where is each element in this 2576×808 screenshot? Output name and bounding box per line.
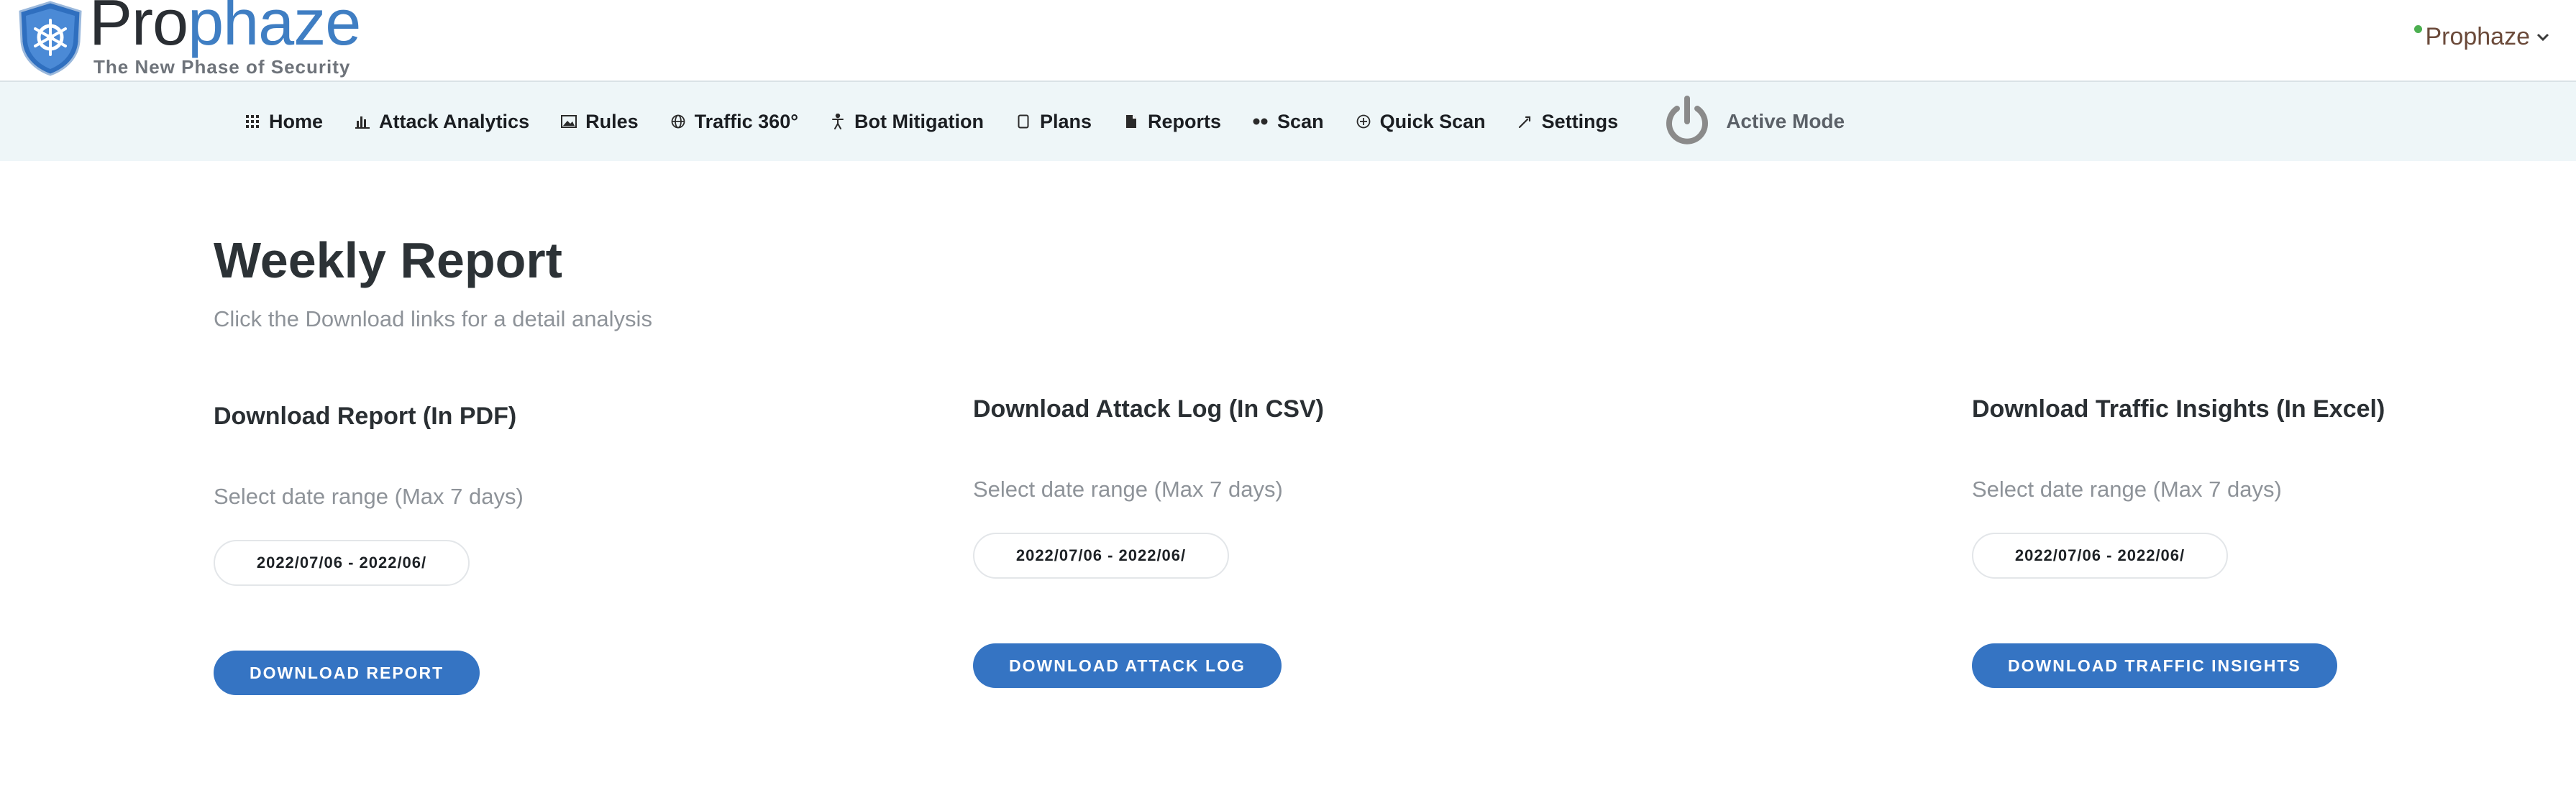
nav-label-scan: Scan xyxy=(1277,110,1324,132)
brand-wordmark: Prophaze xyxy=(89,0,361,59)
nav-label-settings: Settings xyxy=(1541,110,1619,132)
date-range-input[interactable] xyxy=(973,533,1229,579)
pdf-report-section: Download Report (In PDF) Select date ran… xyxy=(214,403,524,695)
date-range-label: Select date range (Max 7 days) xyxy=(973,477,1283,502)
date-range-input[interactable] xyxy=(214,540,470,586)
wrench-icon xyxy=(1517,114,1533,129)
brand-logo[interactable]: Prophaze The New Phase of Security xyxy=(16,0,361,81)
excel-traffic-insights-section: Download Traffic Insights (In Excel) Sel… xyxy=(1972,395,2385,688)
brand-name-part1: Pro xyxy=(89,0,188,59)
nav-label-bot-mitigation: Bot Mitigation xyxy=(854,110,984,132)
image-icon xyxy=(561,114,577,129)
globe-icon xyxy=(670,114,686,129)
person-icon xyxy=(830,114,846,129)
nav-item-traffic-360[interactable]: Traffic 360° xyxy=(670,111,798,133)
nav-item-settings[interactable]: Settings xyxy=(1517,110,1619,133)
nav-item-home[interactable]: Home xyxy=(245,111,323,133)
chevron-down-icon xyxy=(2536,33,2549,41)
date-range-label: Select date range (Max 7 days) xyxy=(1972,477,2282,502)
nav-item-quick-scan[interactable]: Quick Scan xyxy=(1356,111,1486,133)
page-subtitle: Click the Download links for a detail an… xyxy=(214,306,652,331)
nav-item-rules[interactable]: Rules xyxy=(561,111,639,133)
account-menu[interactable]: Prophaze xyxy=(2414,23,2550,51)
brand-name-part2: phaze xyxy=(188,0,361,59)
nav-item-scan[interactable]: Scan xyxy=(1253,111,1324,133)
account-name: Prophaze xyxy=(2425,23,2530,50)
page-title: Weekly Report xyxy=(214,232,562,288)
file-icon xyxy=(1123,114,1139,129)
nav-label-rules: Rules xyxy=(585,110,639,132)
shield-logo-icon xyxy=(19,1,82,76)
nav-item-plans[interactable]: Plans xyxy=(1015,111,1092,133)
nav-item-bot-mitigation[interactable]: Bot Mitigation xyxy=(830,111,984,133)
bar-chart-icon xyxy=(355,114,370,129)
brand-tagline: The New Phase of Security xyxy=(93,56,351,78)
nav-label-attack-analytics: Attack Analytics xyxy=(379,110,530,132)
date-range-label: Select date range (Max 7 days) xyxy=(214,484,524,509)
plus-circle-icon xyxy=(1356,114,1371,129)
box-icon xyxy=(1015,114,1031,129)
section-title: Download Attack Log (In CSV) xyxy=(973,395,1324,423)
active-mode-label: Active Mode xyxy=(1726,110,1845,132)
nav-label-reports: Reports xyxy=(1148,110,1222,132)
grid-icon xyxy=(245,114,260,129)
dots-icon xyxy=(1253,114,1269,129)
nav-item-attack-analytics[interactable]: Attack Analytics xyxy=(355,111,529,133)
nav-label-home: Home xyxy=(269,110,324,132)
online-status-dot xyxy=(2414,25,2423,33)
section-title: Download Report (In PDF) xyxy=(214,403,517,430)
download-report-button[interactable]: DOWNLOAD REPORT xyxy=(214,651,480,695)
main-nav: Home Attack Analytics Rules Traffic 360°… xyxy=(0,82,2576,161)
download-traffic-insights-button[interactable]: DOWNLOAD TRAFFIC INSIGHTS xyxy=(1972,643,2337,688)
date-range-input[interactable] xyxy=(1972,533,2228,579)
power-icon xyxy=(1666,96,1709,144)
download-attack-log-button[interactable]: DOWNLOAD ATTACK LOG xyxy=(973,643,1282,688)
active-mode-toggle[interactable]: Active Mode xyxy=(1661,96,1845,147)
nav-label-traffic-360: Traffic 360° xyxy=(694,110,799,132)
csv-attack-log-section: Download Attack Log (In CSV) Select date… xyxy=(973,395,1324,688)
nav-label-quick-scan: Quick Scan xyxy=(1379,110,1486,132)
nav-label-plans: Plans xyxy=(1039,110,1092,132)
section-title: Download Traffic Insights (In Excel) xyxy=(1972,395,2385,423)
nav-item-reports[interactable]: Reports xyxy=(1123,111,1221,133)
top-header: Prophaze The New Phase of Security Proph… xyxy=(0,0,2576,82)
